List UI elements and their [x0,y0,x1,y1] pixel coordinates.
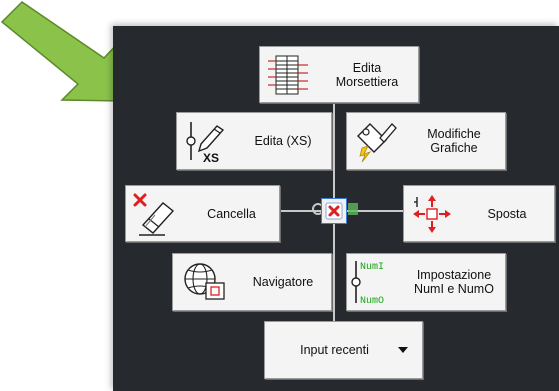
svg-text:XS: XS [203,151,219,164]
graphic-edit-icon [347,118,403,164]
edit-xs-icon: XS [177,118,235,164]
center-close-button[interactable] [321,198,347,224]
edita-morsettiera-label: Edita Morsettiera [335,60,399,89]
connector-tab [348,203,358,215]
edita-xs-label: Edita (XS) [254,134,312,148]
modifiche-grafiche-button[interactable]: Modifiche Grafiche [346,112,506,170]
close-icon [325,202,343,220]
sposta-button[interactable]: Sposta [403,185,555,242]
numi-numo-icon: NumI NumO [347,257,403,307]
input-recenti-label: Input recenti [300,343,369,357]
navigatore-label: Navigatore [252,275,314,289]
pointer-arrow-icon [0,1,125,102]
move-icon [404,193,460,235]
eraser-delete-icon [126,191,184,237]
edita-xs-button[interactable]: XS Edita (XS) [176,112,332,170]
impostazione-numi-numo-button[interactable]: NumI NumO Impostazione NumI e NumO [346,253,506,311]
chevron-down-icon [398,347,408,353]
navigator-globe-icon [173,259,235,305]
terminal-strip-icon [260,54,316,96]
input-recenti-dropdown[interactable]: Input recenti [264,321,423,379]
cancella-button[interactable]: Cancella [125,185,280,242]
impostazione-label: Impostazione NumI e NumO [414,268,494,296]
cancella-label: Cancella [207,206,256,221]
navigatore-button[interactable]: Navigatore [172,253,332,311]
sposta-label: Sposta [487,206,527,221]
edita-morsettiera-button[interactable]: Edita Morsettiera [259,46,419,103]
numi-icon-text: NumI [360,262,384,273]
numo-icon-text: NumO [360,296,384,307]
modifiche-grafiche-label: Modifiche Grafiche [427,127,481,155]
